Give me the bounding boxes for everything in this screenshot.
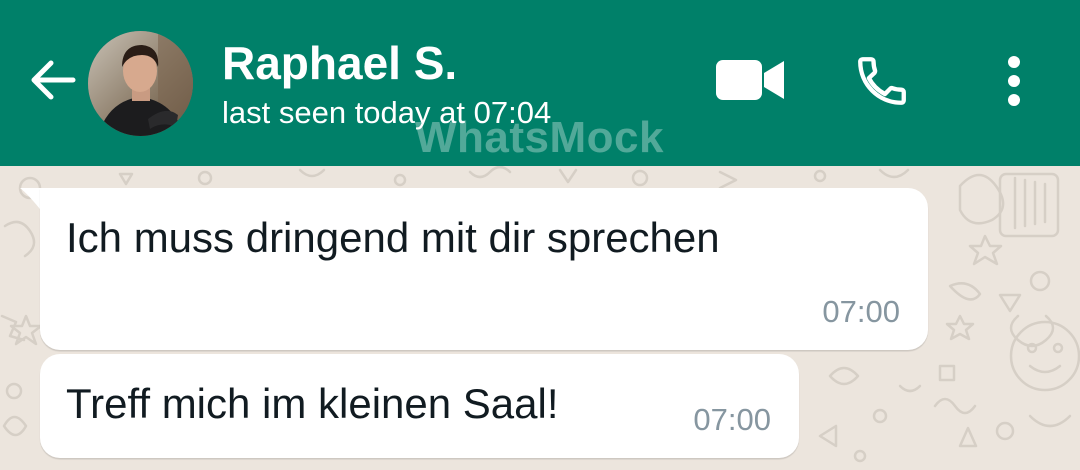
video-call-button[interactable] [708,50,792,114]
more-options-button[interactable] [990,48,1038,118]
contact-name[interactable]: Raphael S. [222,36,457,90]
chat-screen: Raphael S. last seen today at 07:04 What… [0,0,1080,470]
video-camera-icon [714,58,786,107]
voice-call-button[interactable] [846,48,918,118]
message-bubble[interactable]: Treff mich im kleinen Saal! 07:00 [40,354,799,458]
more-vertical-icon [1006,54,1022,113]
message-time: 07:00 [693,402,771,437]
message-time: 07:00 [822,294,900,329]
phone-icon [853,52,911,115]
message-text: Ich muss dringend mit dir sprechen [66,214,720,261]
chat-header: Raphael S. last seen today at 07:04 What… [0,0,1080,166]
back-button[interactable] [22,52,82,112]
avatar[interactable] [88,31,193,136]
arrow-left-icon [25,53,79,112]
message-text: Treff mich im kleinen Saal! [66,380,559,427]
watermark: WhatsMock [415,113,664,162]
profile-photo [88,31,193,136]
message-bubble[interactable]: Ich muss dringend mit dir sprechen 07:00 [40,188,928,350]
